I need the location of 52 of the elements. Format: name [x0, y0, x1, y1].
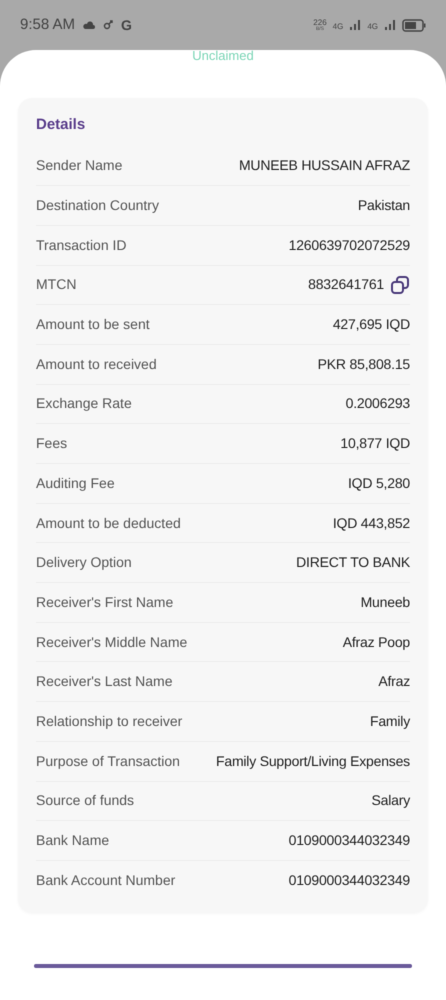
- detail-label: Auditing Fee: [36, 474, 115, 493]
- detail-value: 0109000344032349: [288, 831, 410, 850]
- copy-icon[interactable]: [390, 274, 410, 295]
- detail-label: Bank Name: [36, 831, 110, 850]
- detail-label: Destination Country: [36, 196, 159, 216]
- detail-label: Source of funds: [36, 791, 134, 810]
- detail-label: Amount to received: [36, 354, 157, 374]
- detail-value: Afraz Poop: [342, 632, 410, 652]
- detail-value: 427,695 IQD: [332, 315, 410, 334]
- detail-value: Pakistan: [358, 196, 410, 216]
- detail-label: Receiver's Last Name: [36, 672, 172, 692]
- detail-value: Family Support/Living Expenses: [216, 752, 410, 771]
- detail-value: IQD 443,852: [332, 514, 410, 533]
- detail-label: Relationship to receiver: [36, 712, 182, 731]
- network-label: 4G: [332, 21, 344, 33]
- detail-value: IQD 5,280: [348, 474, 410, 493]
- status-label: Unclaimed: [192, 49, 254, 62]
- detail-value: Afraz: [378, 672, 410, 692]
- detail-value: 8832641761: [308, 275, 384, 294]
- signal-icon: [384, 19, 396, 31]
- g-label: G: [121, 16, 132, 34]
- button-edge[interactable]: [34, 964, 412, 968]
- gender-icon: [103, 20, 114, 30]
- card-title: Details: [36, 115, 86, 135]
- detail-value: 0.2006293: [346, 394, 410, 414]
- speed-value: 226: [313, 18, 327, 26]
- detail-label: Sender Name: [36, 156, 122, 176]
- detail-value: 10,877 IQD: [340, 434, 410, 454]
- detail-value: Salary: [372, 791, 410, 810]
- signal-icon: [349, 19, 362, 31]
- detail-value: DIRECT TO BANK: [296, 553, 410, 572]
- detail-label: Amount to be sent: [36, 315, 150, 334]
- detail-value: Family: [370, 712, 410, 731]
- detail-label: MTCN: [36, 275, 76, 294]
- detail-label: Receiver's Middle Name: [36, 632, 188, 652]
- detail-value: Muneeb: [360, 592, 410, 612]
- detail-value: PKR 85,808.15: [318, 354, 410, 374]
- detail-value: 1260639702072529: [288, 236, 410, 255]
- cloud-icon: [83, 21, 96, 29]
- battery-icon: [402, 18, 426, 32]
- network-label: 4G: [367, 21, 378, 33]
- detail-label: Purpose of Transaction: [36, 752, 180, 771]
- detail-label: Receiver's First Name: [36, 592, 174, 612]
- detail-label: Exchange Rate: [36, 394, 132, 414]
- detail-label: Transaction ID: [36, 236, 127, 255]
- detail-label: Delivery Option: [36, 553, 132, 572]
- detail-label: Bank Account Number: [36, 871, 176, 890]
- detail-value: MUNEEB HUSSAIN AFRAZ: [238, 156, 410, 176]
- detail-label: Amount to be deducted: [36, 514, 181, 533]
- status-time: 9:58 AM: [20, 14, 76, 35]
- detail-value: 0109000344032349: [288, 871, 410, 890]
- detail-label: Fees: [36, 434, 68, 454]
